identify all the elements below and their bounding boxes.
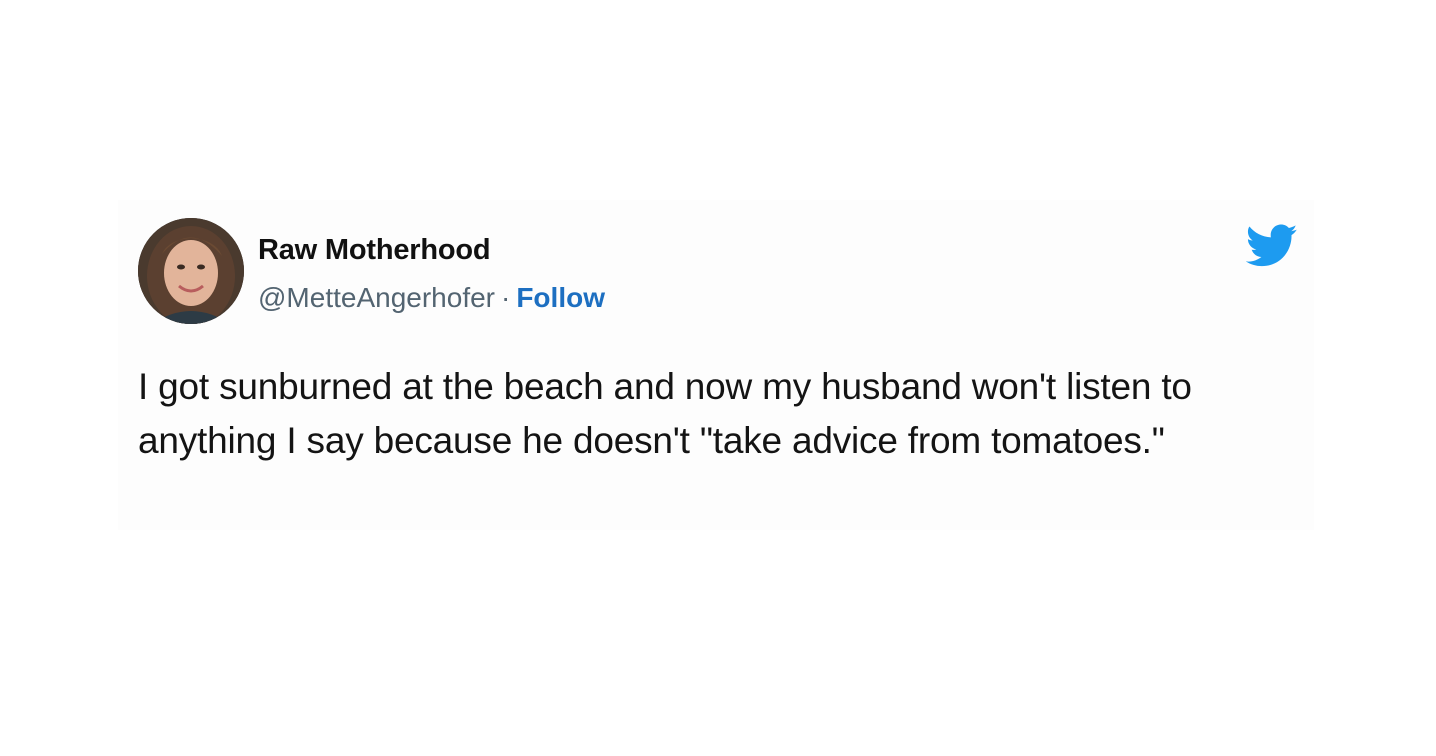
tweet-card: Raw Motherhood @MetteAngerhofer · Follow I… xyxy=(118,200,1314,530)
author-handle[interactable]: @MetteAngerhofer xyxy=(258,282,495,313)
avatar-photo xyxy=(138,218,244,324)
handle-row: @MetteAngerhofer · Follow xyxy=(258,282,605,314)
twitter-bird-icon-svg xyxy=(1245,224,1298,267)
tweet-text: I got sunburned at the beach and now my … xyxy=(138,366,1192,461)
follow-button[interactable]: Follow xyxy=(516,282,605,313)
page: Raw Motherhood @MetteAngerhofer · Follow I… xyxy=(0,0,1436,756)
separator-dot: · xyxy=(501,282,511,313)
author-name[interactable]: Raw Motherhood xyxy=(258,234,491,267)
avatar[interactable] xyxy=(138,218,244,324)
twitter-bird-icon[interactable] xyxy=(1245,224,1298,268)
